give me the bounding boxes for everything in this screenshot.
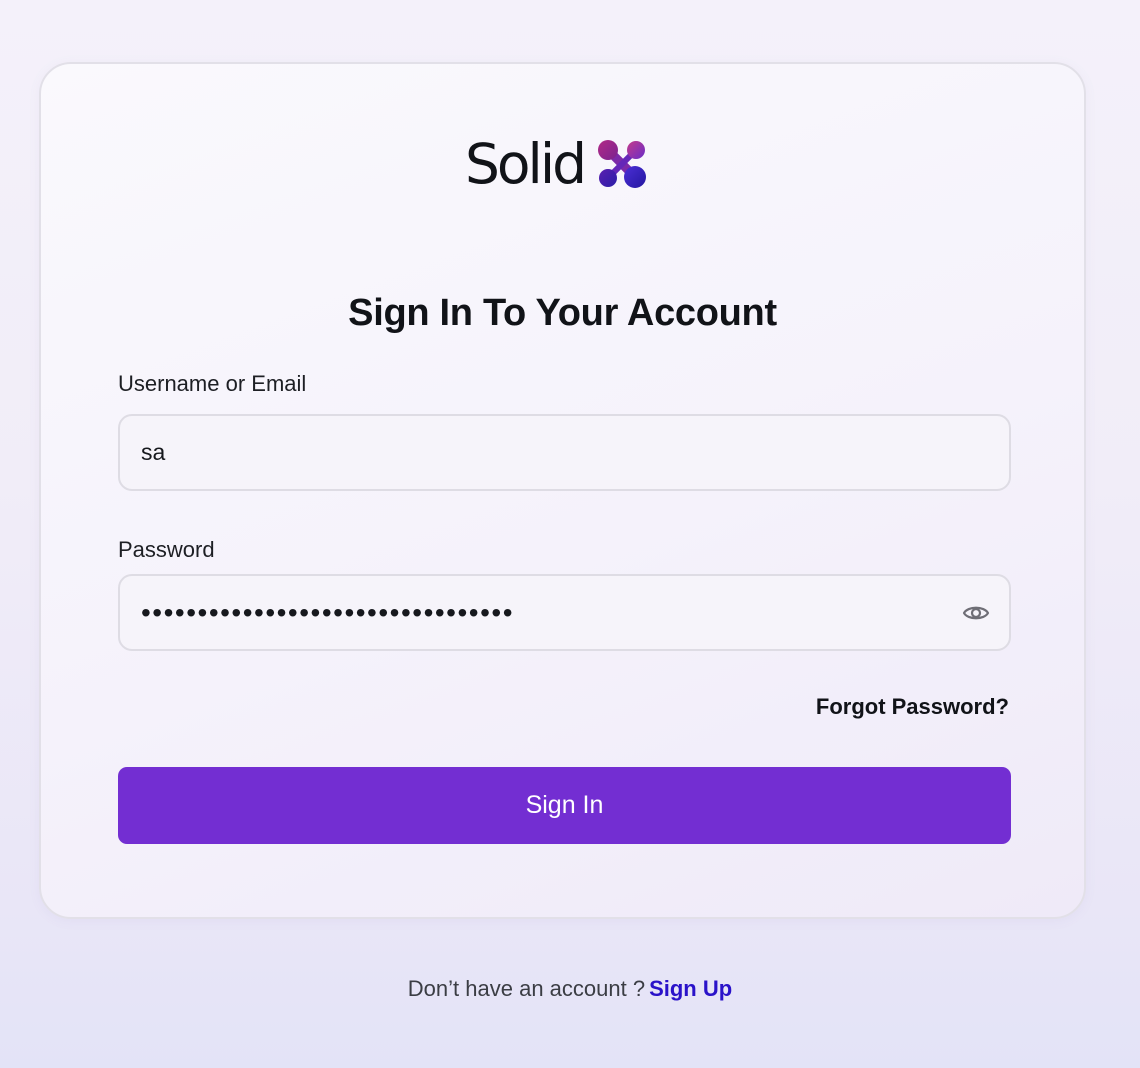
four-dot-cluster-icon [598,140,647,188]
brand-logo: Solid [465,134,648,194]
page-title: Sign In To Your Account [348,292,777,334]
signup-prompt: Don’t have an account ? Sign Up [0,976,1140,1002]
password-label: Password [118,537,215,562]
username-label: Username or Email [118,371,307,396]
login-card: Solid Sign In To Your Account Username o… [39,62,1086,919]
sign-in-button[interactable]: Sign In [118,767,1011,844]
password-field[interactable]: ••••••••••••••••••••••••••••••••• [118,574,1011,651]
sign-up-link[interactable]: Sign Up [649,976,732,1001]
username-input[interactable] [120,416,1009,489]
password-input[interactable]: ••••••••••••••••••••••••••••••••• [120,574,961,651]
brand-name: Solid [465,132,587,196]
eye-icon[interactable] [961,598,991,628]
signup-prompt-text: Don’t have an account ? [407,976,646,1001]
forgot-password-link[interactable]: Forgot Password? [816,694,1009,720]
username-field[interactable] [118,414,1011,491]
